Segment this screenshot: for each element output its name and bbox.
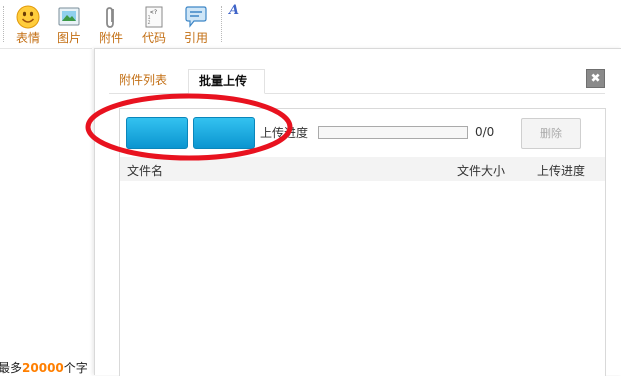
delete-button[interactable]: 删除 (521, 118, 581, 149)
character-limit-hint: 最多20000个字 (0, 359, 88, 376)
toolbar-attachment-button[interactable]: 附件 (92, 4, 130, 45)
start-upload-button[interactable] (193, 117, 255, 149)
upload-progress-label: 上传进度 (260, 126, 309, 140)
column-file-name: 文件名 (127, 164, 164, 178)
toolbar-separator (3, 6, 4, 42)
attachment-dialog: ✖ 附件列表 批量上传 上传进度 0/0 删除 文件名 文件大小 上传进度 (94, 48, 621, 376)
upload-progress-bar (318, 126, 468, 139)
file-list-header: 文件名 文件大小 上传进度 (120, 157, 605, 181)
toolbar-separator (221, 6, 222, 42)
toolbar-quote-button[interactable]: 引用 (177, 4, 215, 45)
column-file-size: 文件大小 (457, 164, 506, 178)
toolbar-code-label: 代码 (141, 31, 166, 45)
smiley-icon (16, 5, 40, 29)
limit-prefix: 最多 (0, 361, 23, 375)
toolbar-attachment-label: 附件 (98, 31, 123, 45)
dialog-tabs: 附件列表 批量上传 (109, 69, 605, 94)
toolbar-image-label: 图片 (56, 31, 81, 45)
limit-value: 20000 (22, 361, 64, 375)
editor-toolbar: 表情 图片 附件 <? 1 2 代码 引用 A (0, 0, 621, 48)
upload-progress-count: 0/0 (475, 125, 495, 139)
toolbar-emoji-label: 表情 (15, 31, 40, 45)
quote-icon (185, 6, 207, 28)
toolbar-code-button[interactable]: <? 1 2 代码 (135, 4, 173, 45)
editor-text-area[interactable] (0, 48, 92, 375)
batch-upload-panel: 上传进度 0/0 删除 文件名 文件大小 上传进度 (119, 108, 606, 376)
paperclip-icon (106, 7, 114, 28)
code-icon: <? 1 2 (145, 6, 163, 28)
select-files-button[interactable] (126, 117, 188, 149)
tab-attachment-list[interactable]: 附件列表 (109, 69, 184, 92)
limit-suffix: 个字 (63, 361, 88, 375)
toolbar-emoji-button[interactable]: 表情 (9, 4, 47, 45)
svg-text:2: 2 (148, 20, 151, 26)
image-icon (58, 7, 80, 26)
toolbar-image-button[interactable]: 图片 (50, 4, 88, 45)
column-upload-progress: 上传进度 (537, 164, 586, 178)
toolbar-quote-label: 引用 (183, 31, 208, 45)
tab-batch-upload[interactable]: 批量上传 (188, 69, 265, 94)
svg-text:<?: <? (150, 9, 158, 16)
font-format-button[interactable]: A (229, 3, 239, 18)
